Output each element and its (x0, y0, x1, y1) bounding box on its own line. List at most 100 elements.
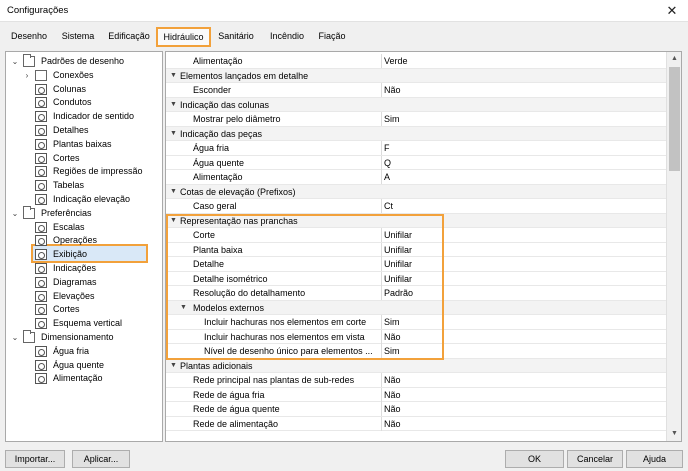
property-value[interactable]: Não (381, 387, 666, 402)
property-value[interactable]: Não (381, 416, 666, 431)
tree-item[interactable]: Cortes (22, 303, 156, 316)
property-value[interactable]: Padrão (381, 286, 666, 300)
tree-item[interactable]: Esquema vertical (22, 317, 156, 330)
property-row[interactable]: Incluir hachuras nos elementos em vista N… (166, 329, 666, 344)
property-row[interactable]: Rede de água quente Não (166, 402, 666, 417)
tab-hidraulico[interactable]: Hidráulico (156, 27, 211, 47)
tab-edificacao[interactable]: Edificação (105, 28, 153, 45)
property-value[interactable]: Unifilar (381, 257, 666, 271)
tree-item[interactable]: ⌄ Padrões de desenho (10, 54, 156, 68)
property-value[interactable]: Sim (381, 112, 666, 126)
chevron-down-icon[interactable]: ▼ (170, 98, 177, 112)
tab-fiacao[interactable]: Fiação (314, 28, 350, 45)
property-value[interactable]: Unifilar (381, 228, 666, 242)
property-row[interactable]: Alimentação Verde (166, 54, 666, 69)
tree-item[interactable]: Operações (22, 234, 156, 247)
tree-item[interactable]: Elevações (22, 290, 156, 303)
tree-item[interactable]: Condutos (22, 96, 156, 109)
property-row[interactable]: Esconder Não (166, 83, 666, 98)
property-value[interactable]: Verde (381, 54, 666, 68)
chevron-down-icon[interactable]: ▼ (170, 127, 177, 141)
property-row[interactable]: Corte Unifilar (166, 228, 666, 243)
property-value[interactable]: Unifilar (381, 271, 666, 286)
chevron-down-icon[interactable]: ▼ (170, 69, 177, 83)
property-row[interactable]: Detalhe Unifilar (166, 257, 666, 272)
property-value[interactable]: Sim (381, 315, 666, 329)
ok-button[interactable]: OK (505, 450, 564, 468)
category-row[interactable]: ▼ Cotas de elevação (Prefixos) (166, 184, 666, 199)
chevron-down-icon[interactable]: ▼ (170, 359, 177, 373)
chevron-down-icon[interactable]: ▼ (180, 301, 187, 315)
vertical-scrollbar[interactable]: ▲ ▼ (666, 52, 681, 441)
tree-item[interactable]: Colunas (22, 83, 156, 96)
tree-item[interactable]: Indicador de sentido (22, 110, 156, 123)
property-row[interactable]: Alimentação A (166, 170, 666, 185)
category-row[interactable]: ▼ Representação nas pranchas (166, 213, 666, 228)
property-row[interactable]: Rede de alimentação Não (166, 416, 666, 431)
tree-item[interactable]: Cortes (22, 152, 156, 165)
chevron-down-icon[interactable]: ▼ (170, 185, 177, 199)
property-row[interactable]: Mostrar pelo diâmetro Sim (166, 112, 666, 127)
property-row[interactable]: Resolução do detalhamento Padrão (166, 286, 666, 301)
property-value[interactable]: Não (381, 402, 666, 416)
tree-item[interactable]: Escalas (22, 221, 156, 234)
tree-item[interactable]: Indicações (22, 262, 156, 275)
property-row[interactable]: Incluir hachuras nos elementos em corte S… (166, 315, 666, 330)
tree-item[interactable]: Água fria (22, 345, 156, 358)
tree-item[interactable]: ⌄ Preferências (10, 205, 156, 220)
tree-item[interactable]: Tabelas (22, 179, 156, 192)
property-row[interactable]: Rede de água fria Não (166, 387, 666, 402)
tree-item[interactable]: › Conexões (22, 69, 156, 82)
tree-item-label: Escalas (53, 221, 85, 232)
category-row[interactable]: ▼ Modelos externos (166, 300, 666, 315)
tree-item[interactable]: Exibição (22, 248, 156, 261)
help-button[interactable]: Ajuda (626, 450, 683, 468)
category-row[interactable]: ▼ Plantas adicionais (166, 358, 666, 373)
property-value[interactable]: A (381, 170, 666, 184)
property-value[interactable]: Q (381, 155, 666, 170)
property-row[interactable]: Nível de desenho único para elementos ..… (166, 344, 666, 359)
property-row[interactable]: Água fria F (166, 141, 666, 156)
property-row[interactable]: Caso geral Ct (166, 199, 666, 214)
cancel-button[interactable]: Cancelar (567, 450, 623, 468)
property-value[interactable]: Não (381, 329, 666, 344)
property-row[interactable]: Rede principal nas plantas de sub-redes N… (166, 373, 666, 388)
expand-chevron-down-icon[interactable]: ⌄ (10, 55, 20, 68)
tab-incendio[interactable]: Incêndio (266, 28, 308, 45)
tree-item[interactable]: Indicação elevação (22, 193, 156, 206)
import-button[interactable]: Importar... (5, 450, 65, 468)
scroll-down-icon[interactable]: ▼ (667, 427, 681, 441)
property-value[interactable]: Ct (381, 199, 666, 213)
property-value[interactable]: Unifilar (381, 242, 666, 257)
category-row[interactable]: ▼ Indicação das peças (166, 126, 666, 141)
category-row[interactable]: ▼ Elementos lançados em detalhe (166, 68, 666, 83)
property-row[interactable]: Planta baixa Unifilar (166, 242, 666, 257)
scroll-up-icon[interactable]: ▲ (667, 52, 681, 66)
tree-item[interactable]: Água quente (22, 359, 156, 372)
expand-chevron-right-icon[interactable]: › (22, 69, 32, 82)
expand-chevron-down-icon[interactable]: ⌄ (10, 331, 20, 344)
category-row[interactable]: ▼ Indicação das colunas (166, 97, 666, 112)
property-value[interactable]: Sim (381, 344, 666, 358)
tree-item-label: Dimensionamento (41, 332, 114, 342)
tab-sanitario[interactable]: Sanitário (214, 28, 258, 45)
property-name: Rede principal nas plantas de sub-redes (193, 375, 355, 385)
tree-item[interactable]: ⌄ Dimensionamento (10, 330, 156, 344)
tree-item[interactable]: Regiões de impressão (22, 165, 156, 178)
tab-desenho[interactable]: Desenho (7, 28, 51, 45)
tree-item[interactable]: Diagramas (22, 276, 156, 289)
tree-item[interactable]: Detalhes (22, 124, 156, 137)
property-value[interactable]: Não (381, 373, 666, 387)
property-value[interactable]: Não (381, 83, 666, 97)
property-row[interactable]: Água quente Q (166, 155, 666, 170)
property-row[interactable]: Detalhe isométrico Unifilar (166, 271, 666, 286)
tree-item[interactable]: Plantas baixas (22, 138, 156, 151)
tree-item[interactable]: Alimentação (22, 372, 156, 385)
chevron-down-icon[interactable]: ▼ (170, 214, 177, 228)
expand-chevron-down-icon[interactable]: ⌄ (10, 207, 20, 220)
property-value[interactable]: F (381, 141, 666, 155)
scroll-thumb[interactable] (669, 67, 680, 171)
tab-sistema[interactable]: Sistema (57, 28, 99, 45)
close-icon[interactable]: ✕ (662, 1, 682, 21)
apply-button[interactable]: Aplicar... (72, 450, 130, 468)
